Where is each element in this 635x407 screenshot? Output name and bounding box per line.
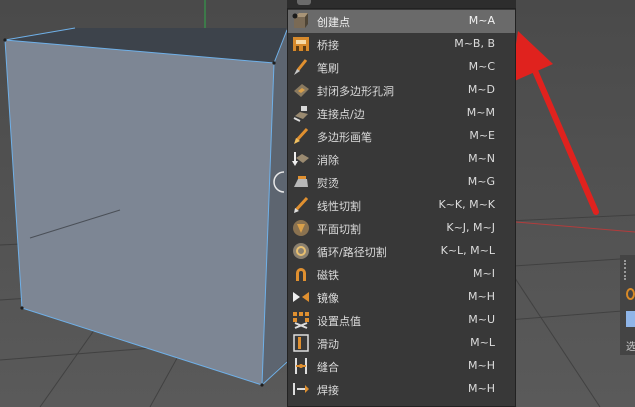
menu-header-strip: [287, 0, 516, 8]
menu-item[interactable]: 封闭多边形孔洞 M~D: [288, 79, 515, 102]
menu-item-label: 多边形画笔: [317, 131, 372, 144]
menu-item-shortcut: M~M: [466, 106, 495, 119]
brush-icon: [292, 58, 310, 76]
menu-item[interactable]: 平面切割 K~J, M~J: [288, 217, 515, 240]
menu-item-label: 笔刷: [317, 62, 339, 75]
bridge-icon: [292, 35, 310, 53]
menu-item-shortcut: M~H: [468, 359, 495, 372]
menu-item-label: 镜像: [317, 292, 339, 305]
menu-item-shortcut: K~K, M~K: [438, 198, 495, 211]
menu-item-shortcut: M~I: [473, 267, 495, 280]
side-tool-strip: 选: [620, 255, 635, 355]
menu-item-label: 消除: [317, 154, 339, 167]
menu-item-label: 线性切割: [317, 200, 361, 213]
menu-item-shortcut: M~U: [468, 313, 495, 326]
panel-grip: [624, 260, 635, 280]
menu-item-shortcut: K~L, M~L: [440, 244, 495, 257]
menu-item-shortcut: K~J, M~J: [446, 221, 495, 234]
menu-item-shortcut: M~B, B: [454, 37, 495, 50]
menu-item-shortcut: M~N: [468, 152, 495, 165]
orange-ring-icon[interactable]: [626, 288, 635, 300]
close-polygon-hole-icon: [292, 81, 310, 99]
menu-item[interactable]: 滑动 M~L: [288, 332, 515, 355]
menu-item[interactable]: 焊接 M~H: [288, 378, 515, 401]
menu-item-label: 连接点/边: [317, 108, 365, 121]
menu-item[interactable]: 镜像 M~H: [288, 286, 515, 309]
dissolve-icon: [292, 150, 310, 168]
menu-item[interactable]: 多边形画笔 M~E: [288, 125, 515, 148]
magnet-icon: [292, 265, 310, 283]
blue-swatch-button[interactable]: [626, 311, 635, 327]
menu-header-icon: [297, 0, 311, 5]
line-cut-icon: [292, 196, 310, 214]
menu-item[interactable]: 磁铁 M~I: [288, 263, 515, 286]
menu-item-label: 熨烫: [317, 177, 339, 190]
menu-item[interactable]: 笔刷 M~C: [288, 56, 515, 79]
menu-item-label: 封闭多边形孔洞: [317, 85, 394, 98]
slide-icon: [292, 334, 310, 352]
connect-points-edges-icon: [292, 104, 310, 122]
menu-item[interactable]: 设置点值 M~U: [288, 309, 515, 332]
menu-item-shortcut: M~L: [470, 336, 495, 349]
menu-item-label: 缝合: [317, 361, 339, 374]
menu-item-label: 设置点值: [317, 315, 361, 328]
menu-item-shortcut: M~H: [468, 290, 495, 303]
menu-item[interactable]: 桥接 M~B, B: [288, 33, 515, 56]
menu-item-label: 创建点: [317, 16, 350, 29]
weld-icon: [292, 380, 310, 398]
stitch-icon: [292, 357, 310, 375]
menu-item-label: 焊接: [317, 384, 339, 397]
menu-item-label: 循环/路径切割: [317, 246, 387, 259]
menu-item[interactable]: 线性切割 K~K, M~K: [288, 194, 515, 217]
menu-item[interactable]: 循环/路径切割 K~L, M~L: [288, 240, 515, 263]
menu-item[interactable]: 创建点 M~A: [288, 10, 515, 33]
menu-item-shortcut: M~E: [469, 129, 495, 142]
set-point-value-icon: [292, 311, 310, 329]
loop-path-cut-icon: [292, 242, 310, 260]
menu-item[interactable]: 缝合 M~H: [288, 355, 515, 378]
menu-item-shortcut: M~H: [468, 382, 495, 395]
menu-item[interactable]: 连接点/边 M~M: [288, 102, 515, 125]
menu-item[interactable]: 熨烫 M~G: [288, 171, 515, 194]
iron-icon: [292, 173, 310, 191]
polygon-pen-icon: [292, 127, 310, 145]
mesh-tools-menu: 创建点 M~A 桥接 M~B, B 笔刷 M~C 封闭多边形孔洞 M~D 连接点/边 M~M 多边形…: [287, 8, 516, 407]
menu-item-shortcut: M~A: [468, 14, 495, 27]
menu-item-label: 平面切割: [317, 223, 361, 236]
side-panel-label: 选: [626, 342, 635, 353]
menu-item[interactable]: 消除 M~N: [288, 148, 515, 171]
menu-item-label: 桥接: [317, 39, 339, 52]
menu-item-shortcut: M~D: [467, 83, 495, 96]
menu-item-label: 滑动: [317, 338, 339, 351]
menu-item-shortcut: M~G: [467, 175, 495, 188]
menu-item-label: 磁铁: [317, 269, 339, 282]
mirror-icon: [292, 288, 310, 306]
menu-item-shortcut: M~C: [468, 60, 495, 73]
create-point-icon: [292, 12, 310, 30]
plane-cut-icon: [292, 219, 310, 237]
